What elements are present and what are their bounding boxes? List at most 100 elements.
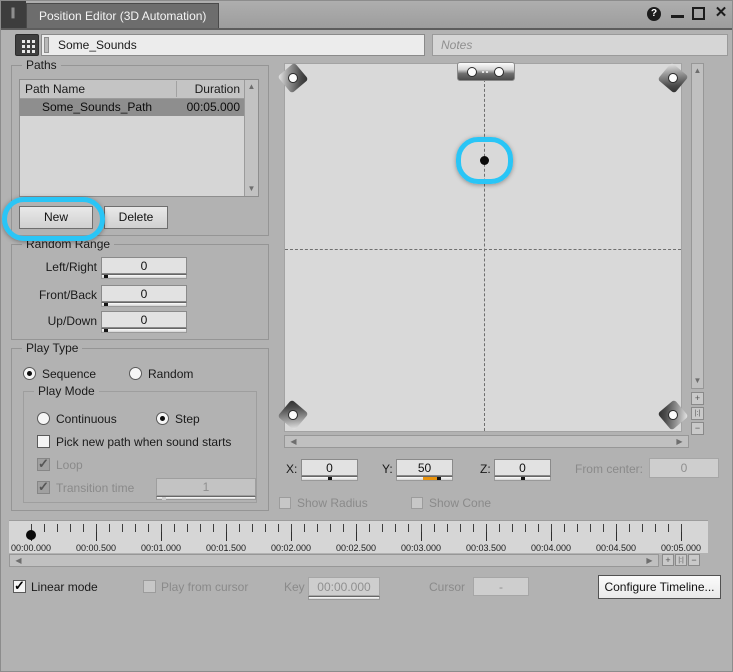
notes-input[interactable] [432,34,728,56]
delete-path-button[interactable]: Delete [104,206,168,229]
play-type-label: Play Type [22,341,82,355]
timeline-ruler[interactable]: 00:00.00000:00.50000:01.00000:01.50000:0… [9,520,708,553]
canvas-zoom-in-button[interactable]: + [691,392,704,405]
timeline-zoom-out-button[interactable]: − [688,554,700,566]
crosshair-vertical [484,64,486,431]
z-slider[interactable] [494,476,551,481]
from-center-label: From center: [566,462,643,476]
slider-marker[interactable] [328,477,332,480]
x-input[interactable] [301,459,358,476]
linear-mode-label[interactable]: Linear mode [31,580,98,594]
grid-dots-icon [22,40,25,43]
left-right-input[interactable] [101,257,187,274]
dock-handle-icon[interactable]: ∥ [1,1,26,28]
object-name-input[interactable] [41,34,425,56]
path-row-selected[interactable]: Some_Sounds_Path 00:05.000 [20,99,246,116]
help-icon[interactable]: ? [647,7,661,21]
tab-position-editor[interactable]: Position Editor (3D Automation) [26,3,219,28]
column-path-name[interactable]: Path Name [25,82,85,96]
left-right-slider[interactable] [101,274,187,279]
y-input[interactable] [396,459,453,476]
scroll-right-icon[interactable]: ▶ [673,437,686,447]
step-label[interactable]: Step [175,412,200,426]
scroll-up-icon[interactable]: ▲ [691,66,704,76]
slider-marker[interactable] [437,477,441,480]
continuous-radio[interactable] [37,412,50,425]
timeline-zoom-reset-button[interactable]: |:| [675,554,687,566]
scroll-right-icon[interactable]: ▶ [643,556,656,566]
up-down-slider[interactable] [101,328,187,333]
maximize-button[interactable] [692,7,705,20]
path-row-name: Some_Sounds_Path [42,100,152,114]
slider-marker[interactable] [104,303,108,306]
position-canvas[interactable] [284,63,682,432]
key-label: Key [284,580,305,594]
column-separator[interactable] [176,81,177,97]
timeline-tick-label: 00:05.000 [661,543,701,553]
scroll-down-icon[interactable]: ▼ [245,184,258,194]
slider-marker[interactable] [104,275,108,278]
speaker-bottom-left-icon [278,400,309,431]
canvas-zoom-out-button[interactable]: − [691,422,704,435]
timeline-zoom-in-button[interactable]: + [662,554,674,566]
column-duration[interactable]: Duration [195,82,240,96]
front-back-slider[interactable] [101,302,187,307]
slider-fill [423,477,437,480]
slider-marker[interactable] [521,477,525,480]
timeline-tick-label: 00:01.000 [141,543,181,553]
center-speaker-icon [457,62,515,81]
configure-timeline-button[interactable]: Configure Timeline... [598,575,721,599]
z-input[interactable] [494,459,551,476]
front-back-input[interactable] [101,285,187,302]
scroll-left-icon[interactable]: ◀ [12,556,25,566]
sequence-radio[interactable] [23,367,36,380]
timeline-tick-label: 00:00.500 [76,543,116,553]
timeline-tick-label: 00:03.500 [466,543,506,553]
canvas-horizontal-scrollbar[interactable]: ◀ ▶ [284,435,689,448]
speaker-pin [482,71,484,73]
canvas-vertical-scrollbar[interactable]: ▲ ▼ [691,63,704,389]
x-slider[interactable] [301,476,358,481]
timeline-tick-label: 00:02.500 [336,543,376,553]
y-slider[interactable] [396,476,453,481]
paths-table-scrollbar[interactable]: ▲ ▼ [244,80,258,196]
pick-new-path-checkbox[interactable] [37,435,50,448]
slider-marker[interactable] [104,329,108,332]
timeline-scrollbar[interactable]: ◀ ▶ [9,554,659,567]
scroll-down-icon[interactable]: ▼ [691,376,704,386]
canvas-zoom-reset-button[interactable]: |:| [691,407,704,420]
show-cone-checkbox [411,497,423,509]
minimize-button[interactable] [671,15,684,18]
step-radio[interactable] [156,412,169,425]
name-field-grip[interactable] [44,37,49,53]
scroll-left-icon[interactable]: ◀ [287,437,300,447]
random-radio[interactable] [129,367,142,380]
pick-new-path-label[interactable]: Pick new path when sound starts [56,435,231,449]
show-radius-label: Show Radius [297,496,368,510]
sequence-label[interactable]: Sequence [42,367,96,381]
paths-table-header[interactable]: Path Name Duration [20,80,246,99]
key-slider [308,596,380,600]
y-label: Y: [382,462,393,476]
close-icon[interactable]: ✕ [712,4,730,22]
random-label[interactable]: Random [148,367,193,381]
scroll-up-icon[interactable]: ▲ [245,82,258,92]
timeline-minor-ticks [31,524,683,532]
paths-table[interactable]: Path Name Duration Some_Sounds_Path 00:0… [19,79,259,197]
speaker-top-right-icon [658,63,689,94]
continuous-label[interactable]: Continuous [56,412,117,426]
transition-time-checkbox [37,481,50,494]
key-input [308,577,380,596]
highlight-ring-point [456,137,513,184]
crosshair-horizontal [285,249,681,251]
x-label: X: [286,462,297,476]
z-label: Z: [480,462,491,476]
object-grid-icon[interactable] [15,34,39,56]
timeline-key-point[interactable] [26,530,36,540]
timeline-tick-label: 00:03.000 [401,543,441,553]
up-down-input[interactable] [101,311,187,328]
play-from-cursor-checkbox [143,580,156,593]
linear-mode-checkbox[interactable] [13,580,26,593]
timeline-tick-label: 00:01.500 [206,543,246,553]
from-center-input [649,458,719,478]
